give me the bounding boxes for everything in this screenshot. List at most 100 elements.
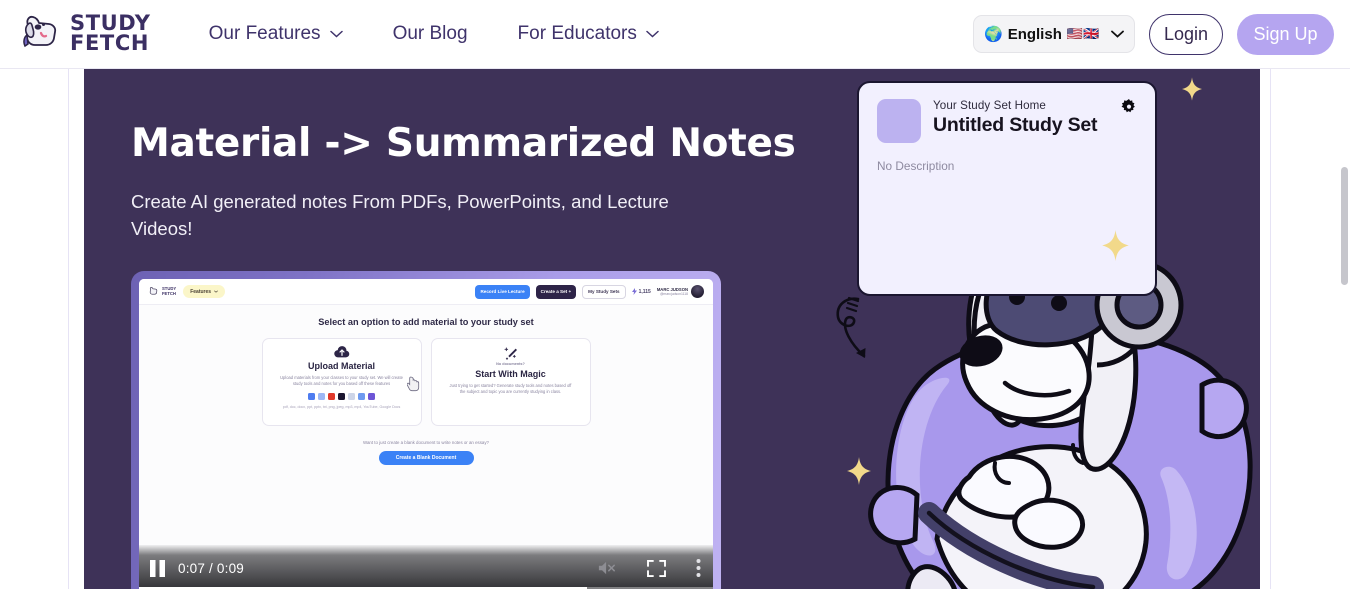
language-label: English [1007,25,1062,43]
fullscreen-button[interactable] [647,559,666,577]
avatar [691,285,704,298]
video-brand-line-2: FETCH [162,290,176,296]
video-app-brand: STUDY FETCH [148,286,176,297]
page-scrollbar-thumb[interactable] [1341,167,1348,285]
pause-button[interactable] [149,559,166,578]
brand-line-2: FETCH [70,31,150,55]
video-card-upload-material: Upload Material Upload materials from yo… [261,338,422,426]
video-card-body: Upload materials from your classes to yo… [280,375,403,387]
video-user-text: MARC JUDSON @marcjudson1118 [657,287,688,296]
nav-item-our-features-label: Our Features [208,23,321,44]
nav-item-our-blog[interactable]: Our Blog [393,23,468,45]
study-set-title: Untitled Study Set [933,114,1098,136]
video-app-footer: Want to just create a blank document to … [155,440,697,465]
video-card-title: Start With Magic [475,369,546,379]
video-credits-value: 1,115 [638,288,651,295]
gear-icon [1121,99,1135,113]
nav-item-our-blog-label: Our Blog [392,23,468,44]
language-selector[interactable]: 🌍 English 🇺🇸🇬🇧 [973,15,1135,53]
video-card-kicker: No documents? [496,362,525,366]
video-my-study-sets-button: My Study Sets [582,284,626,299]
hero-section: Material -> Summarized Notes Create AI g… [84,69,1260,589]
video-user-email: @marcjudson1118 [659,291,688,296]
settings-button[interactable] [1121,99,1137,120]
brand-logo[interactable]: STUDY FETCH [18,11,151,57]
video-features-pill-label: Features [190,288,212,295]
video-credits-counter: 1,115 [631,288,651,295]
video-player-frame: STUDY FETCH Features Record Live Lecture… [131,271,721,589]
sparkle-icon [847,457,871,485]
video-more-options-button[interactable] [696,558,701,578]
video-create-set-button: Create a Set + [535,284,577,299]
nav-right-cluster: 🌍 English 🇺🇸🇬🇧 Login Sign Up [973,13,1334,55]
dog-logo-icon [23,15,57,48]
dog-logo-icon [149,287,158,295]
file-icon-doc [318,392,325,400]
video-record-lecture-button: Record Live Lecture [475,284,530,299]
magic-wand-icon [504,347,517,360]
nav-item-our-features[interactable]: Our Features [209,23,343,45]
study-set-card-header: Your Study Set Home Untitled Study Set [877,99,1137,143]
nav-item-for-educators[interactable]: For Educators [518,23,659,45]
file-icon-pdf [308,392,315,400]
login-button[interactable]: Login [1149,13,1223,55]
study-set-titles: Your Study Set Home Untitled Study Set [933,99,1109,137]
video-features-pill: Features [183,285,226,298]
chevron-down-icon [329,30,343,38]
study-set-kicker: Your Study Set Home [933,99,1046,112]
volume-muted-icon [598,561,615,575]
study-set-thumbnail [877,99,921,143]
video-card-formats: pdf, doc, docx, ppt, pptx, txt, png, jpe… [282,404,401,409]
signup-button[interactable]: Sign Up [1237,13,1334,55]
video-option-cards: Upload Material Upload materials from yo… [155,338,697,426]
fullscreen-icon [647,559,666,577]
video-player[interactable]: STUDY FETCH Features Record Live Lecture… [139,279,713,589]
page-root: STUDY FETCH Our Features Our Blog For Ed… [0,0,1350,589]
video-app-body: Select an option to add material to your… [139,305,713,465]
kebab-menu-icon [696,559,701,577]
file-icon-video [368,392,375,400]
primary-nav-links: Our Features Our Blog For Educators [209,23,659,45]
flag-icons: 🇺🇸🇬🇧 [1066,26,1100,41]
video-card-start-with-magic: No documents? Start With Magic Just tryi… [430,338,591,426]
chevron-down-icon [214,290,218,293]
file-icon-ppt [328,392,335,400]
lightning-icon [631,288,637,295]
brand-wordmark: STUDY FETCH [70,13,151,55]
hero-subtitle: Create AI generated notes From PDFs, Pow… [131,191,669,239]
video-create-blank-document-button: Create a Blank Document [378,451,474,465]
video-footer-question: Want to just create a blank document to … [362,440,489,445]
hero-text-column: Material -> Summarized Notes Create AI g… [131,69,796,242]
video-controls-bar: 0:07 / 0:09 [139,545,713,589]
globe-icon: 🌍 [984,26,1003,43]
right-gutter-divider [1270,69,1271,589]
video-controls-right [597,558,703,578]
study-set-description: No Description [877,159,955,173]
video-app-heading: Select an option to add material to your… [318,317,534,327]
video-time-display: 0:07 / 0:09 [178,560,245,576]
video-card-body: Just trying to get started? Generate stu… [449,383,572,395]
chevron-down-icon [646,30,659,38]
file-icon-image [358,392,365,400]
curved-arrow-doodle-icon [836,296,866,358]
sparkle-icon [1102,230,1129,261]
left-gutter-divider [68,69,69,589]
sparkle-icon [1182,77,1202,101]
mute-button[interactable] [597,559,617,577]
file-icon-txt [348,392,355,400]
video-card-title: Upload Material [307,361,375,371]
video-user-chip: MARC JUDSON @marcjudson1118 [657,285,704,298]
study-set-home-card: Your Study Set Home Untitled Study Set N… [857,81,1157,296]
cursor-pointer-icon [407,376,420,392]
nav-item-for-educators-label: For Educators [517,23,637,44]
page-scrollbar-track[interactable] [1339,69,1350,589]
chevron-down-icon [1111,30,1124,38]
video-app-header: STUDY FETCH Features Record Live Lecture… [139,279,713,305]
video-file-type-icons [308,392,375,400]
video-app-header-actions: Record Live Lecture Create a Set + My St… [475,284,704,299]
hero-title: Material -> Summarized Notes [131,121,796,166]
top-navigation-bar: STUDY FETCH Our Features Our Blog For Ed… [0,0,1350,69]
pause-icon [150,559,165,577]
video-app-wordmark: STUDY FETCH [162,286,176,296]
file-icon-audio [338,392,345,400]
